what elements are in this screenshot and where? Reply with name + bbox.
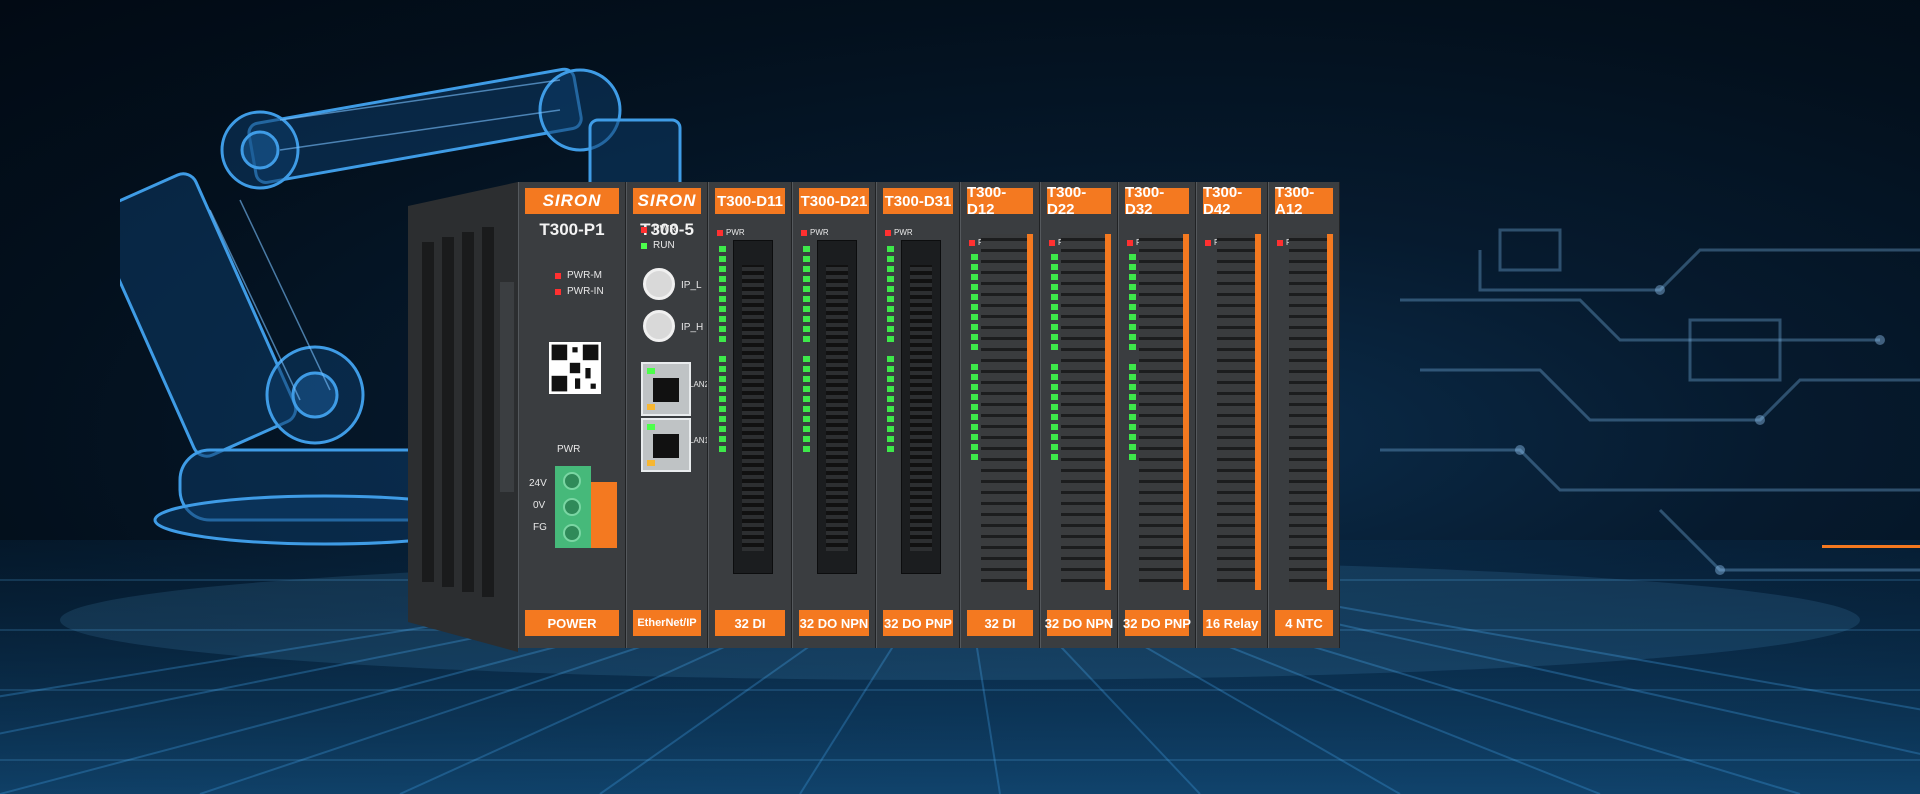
led-icon [969,239,975,246]
module-d22: T300-D22PWR32 DO NPN [1040,182,1118,648]
terminal-release-bar [1327,234,1333,590]
accent-line [1822,545,1920,548]
ethernet-port-lan2[interactable] [641,362,691,416]
module-model: T300-D32 [1125,184,1189,218]
io-led-column [887,246,894,456]
spring-terminal-block[interactable] [1289,234,1327,590]
led-icon [1049,239,1055,246]
led-icon [885,229,891,236]
module-model: T300-D42 [1203,184,1261,218]
spring-terminal-block[interactable] [981,234,1027,590]
module-model: T300-D11 [715,188,785,214]
hero-banner: SIRON T300-P1 PWR-M PWR-IN PWR 24V 0V FG… [0,0,1920,794]
power-label: PWR [557,444,581,455]
io-led-column [971,254,978,464]
module-d11: T300-D11 PWR 32 DI [708,182,792,648]
terminal-release-bar [1027,234,1033,590]
io-led-column [803,246,810,456]
module-function: 32 DI [715,610,785,636]
led-run: RUN [641,240,675,251]
module-model: T300-D12 [967,184,1033,218]
power-terminal-block [555,466,591,548]
port-label: LAN2 [689,380,708,389]
module-function: 32 DI [967,610,1033,636]
module-model: T300-D21 [799,188,869,214]
led-label: PWR [894,228,913,237]
led-icon [1277,239,1283,246]
led-icon [1127,239,1133,246]
module-d32: T300-D32PWR32 DO PNP [1118,182,1196,648]
led-pwr: PWR [885,228,913,237]
module-function: 4 NTC [1275,610,1333,636]
io-connector[interactable] [901,240,941,574]
power-terminal-plug [591,482,617,548]
led-pwr: PWR [801,228,829,237]
module-function: POWER [525,610,619,636]
terminal-fg-label: FG [533,522,547,533]
switch-label: IP_L [681,280,702,291]
module-function: 32 DO NPN [799,610,869,636]
led-icon [717,229,723,236]
led-icon [555,288,561,295]
module-ethernet-ip: SIRON T300-5 PWR RUN IP_L IP_H LAN2 LAN1… [626,182,708,648]
led-label: RUN [653,240,675,251]
led-pwr-in: PWR-IN [555,286,604,297]
io-connector[interactable] [733,240,773,574]
terminal-0v-label: 0V [533,500,546,511]
module-d31: T300-D31 PWR 32 DO PNP [876,182,960,648]
spring-terminal-block[interactable] [1217,234,1255,590]
plc-rack: SIRON T300-P1 PWR-M PWR-IN PWR 24V 0V FG… [408,182,1518,652]
rack-side-housing [408,182,518,652]
module-model: T300-P1 [539,220,605,239]
module-function: 16 Relay [1203,610,1261,636]
module-model: T300-D22 [1047,184,1111,218]
io-connector[interactable] [817,240,857,574]
led-label: PWR [726,228,745,237]
spring-terminal-block[interactable] [1139,234,1183,590]
led-icon [641,242,647,249]
module-function: 32 DO PNP [1123,610,1191,636]
module-power: SIRON T300-P1 PWR-M PWR-IN PWR 24V 0V FG… [518,182,626,648]
module-d42: T300-D42PWR16 Relay [1196,182,1268,648]
terminal-release-bar [1105,234,1111,590]
port-label: LAN1 [689,436,708,445]
terminal-release-bar [1255,234,1261,590]
module-logo: SIRON [633,188,701,214]
led-icon [1205,239,1211,246]
terminal-24v-label: 24V [529,478,547,489]
module-model: T300-D31 [883,188,953,214]
led-pwr: PWR [717,228,745,237]
led-pwr: PWR [641,224,676,235]
ethernet-port-lan1[interactable] [641,418,691,472]
led-label: PWR [810,228,829,237]
io-led-column [1051,254,1058,464]
led-icon [641,226,647,233]
module-function: 32 DO PNP [883,610,953,636]
led-icon [555,272,561,279]
led-pwr-m: PWR-M [555,270,602,281]
rotary-switch-ip-l[interactable] [643,268,675,300]
io-led-column [1129,254,1136,464]
qr-code-icon [549,342,601,394]
led-icon [801,229,807,236]
led-label: PWR [653,224,677,235]
rotary-switch-ip-h[interactable] [643,310,675,342]
module-logo: SIRON [525,188,619,214]
led-label: PWR-IN [567,286,604,297]
switch-label: IP_H [681,322,704,333]
module-function: 32 DO NPN [1045,610,1113,636]
module-a12: T300-A12PWR4 NTC [1268,182,1340,648]
led-label: PWR-M [567,270,602,281]
terminal-release-bar [1183,234,1189,590]
module-d21: T300-D21 PWR 32 DO NPN [792,182,876,648]
module-model: T300-A12 [1275,184,1333,218]
module-d12: T300-D12PWR32 DI [960,182,1040,648]
module-function: EtherNet/IP [633,610,701,636]
io-led-column [719,246,726,456]
spring-terminal-block[interactable] [1061,234,1105,590]
